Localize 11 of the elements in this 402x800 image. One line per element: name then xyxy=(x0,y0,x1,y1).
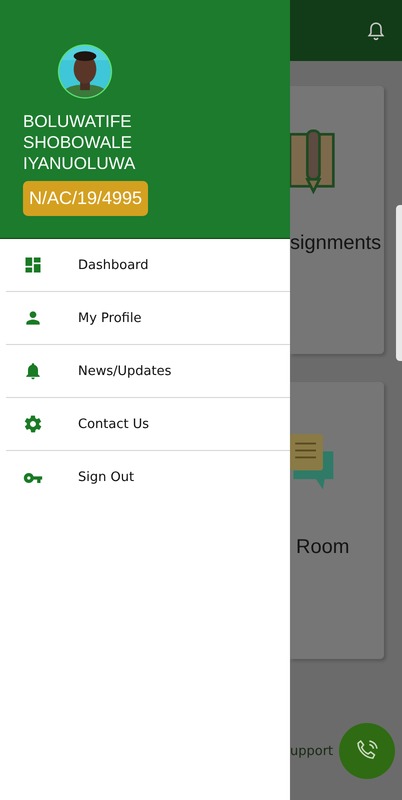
student-id-badge: N/AC/19/4995 xyxy=(23,181,148,216)
edge-handle[interactable] xyxy=(396,205,402,361)
dashboard-icon xyxy=(23,255,43,275)
support-label: upport xyxy=(290,744,334,758)
card-label: signments xyxy=(290,232,382,255)
bell-icon[interactable] xyxy=(365,20,387,42)
card-label: Room xyxy=(296,536,350,559)
menu-card[interactable]: Room xyxy=(290,382,384,659)
menu-card[interactable]: signments xyxy=(290,86,384,354)
gear-icon xyxy=(23,414,43,434)
student-name: BOLUWATIFE SHOBOWALE IYANUOLUWA xyxy=(23,111,136,174)
